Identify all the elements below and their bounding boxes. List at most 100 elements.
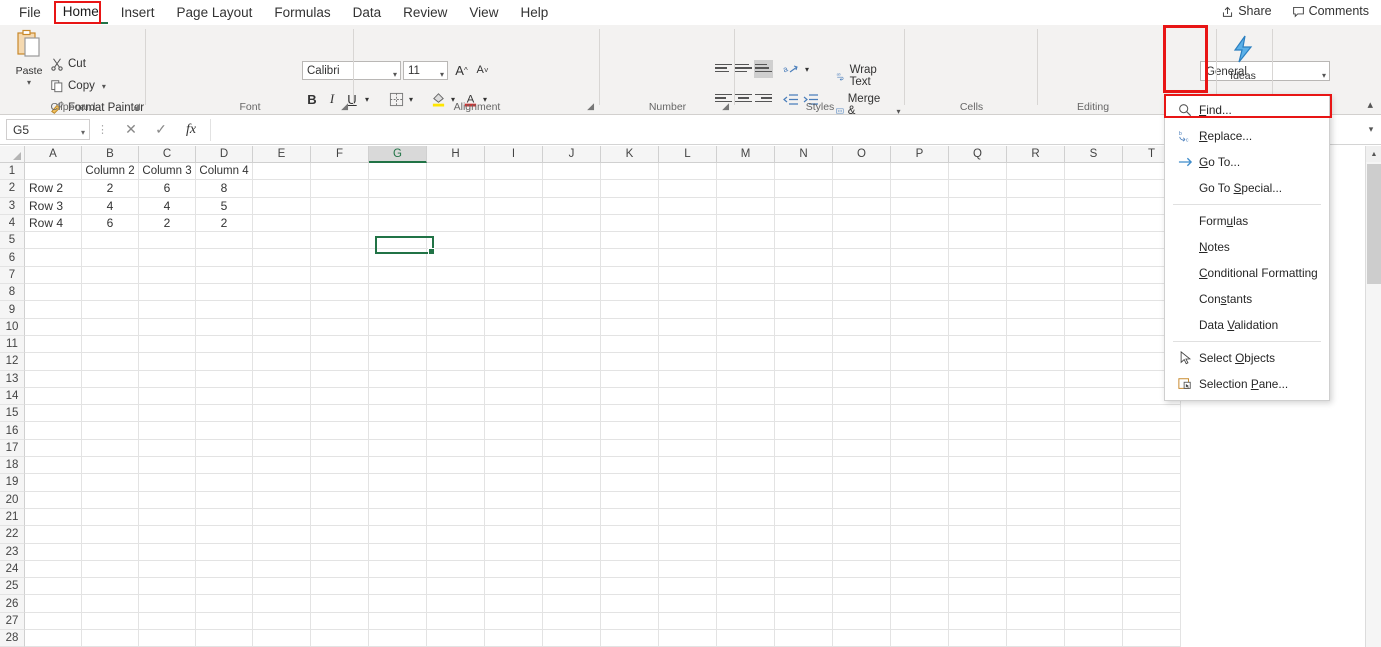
cell-R13[interactable]	[1007, 370, 1065, 388]
cell-K7[interactable]	[601, 266, 659, 285]
row-header-8[interactable]: 8	[0, 284, 25, 302]
cell-K20[interactable]	[601, 491, 659, 509]
cell-L25[interactable]	[659, 578, 717, 596]
cell-N14[interactable]	[775, 387, 833, 406]
cell-G12[interactable]	[369, 353, 427, 371]
cell-L1[interactable]	[659, 163, 717, 181]
cell-N3[interactable]	[775, 197, 833, 215]
cell-S15[interactable]	[1065, 405, 1123, 423]
cell-P19[interactable]	[891, 474, 949, 492]
cell-R19[interactable]	[1007, 474, 1065, 492]
row-header-6[interactable]: 6	[0, 249, 25, 267]
cell-E8[interactable]	[253, 284, 311, 302]
cell-B16[interactable]	[82, 422, 139, 440]
cell-S7[interactable]	[1065, 266, 1123, 285]
cell-J19[interactable]	[543, 474, 601, 492]
vertical-scrollbar[interactable]: ▲	[1365, 146, 1381, 647]
cell-K4[interactable]	[601, 214, 659, 233]
cell-A9[interactable]	[25, 301, 82, 319]
cell-S19[interactable]	[1065, 474, 1123, 492]
cell-T19[interactable]	[1123, 474, 1181, 492]
cell-area[interactable]: Column 2 Column 3 Column 4 Row 2 2 6 8 Row 3445…	[25, 163, 1181, 647]
row-header-22[interactable]: 22	[0, 526, 25, 544]
cell-R5[interactable]	[1007, 232, 1065, 250]
cell-D19[interactable]	[196, 474, 253, 492]
cell-R25[interactable]	[1007, 578, 1065, 596]
cell-A23[interactable]	[25, 543, 82, 561]
cell-P22[interactable]	[891, 526, 949, 544]
cell-A21[interactable]	[25, 508, 82, 527]
cell-E9[interactable]	[253, 301, 311, 319]
cell-K5[interactable]	[601, 232, 659, 250]
row-header-27[interactable]: 27	[0, 612, 25, 631]
cell-A28[interactable]	[25, 630, 82, 647]
column-header-P[interactable]: P	[891, 146, 949, 163]
cell-R23[interactable]	[1007, 543, 1065, 561]
cell-R9[interactable]	[1007, 301, 1065, 319]
cell-K16[interactable]	[601, 422, 659, 440]
number-format-chevron-icon[interactable]: ▾	[1322, 68, 1326, 84]
cell-I28[interactable]	[485, 630, 543, 647]
cell-A27[interactable]	[25, 612, 82, 631]
cell-S14[interactable]	[1065, 387, 1123, 406]
cell-J21[interactable]	[543, 508, 601, 527]
row-header-4[interactable]: 4	[0, 214, 25, 233]
cell-F13[interactable]	[311, 370, 369, 388]
row-header-21[interactable]: 21	[0, 508, 25, 527]
cell-L4[interactable]	[659, 214, 717, 233]
find-and-select-menu[interactable]: Find... b c Replace... Go To... Go To Special…	[1164, 94, 1330, 401]
cell-D24[interactable]	[196, 560, 253, 579]
cell-K24[interactable]	[601, 560, 659, 579]
menu-item-go-to-special[interactable]: Go To Special...	[1165, 175, 1329, 201]
cell-Q25[interactable]	[949, 578, 1007, 596]
cell-S25[interactable]	[1065, 578, 1123, 596]
cell-M1[interactable]	[717, 163, 775, 181]
cell-D9[interactable]	[196, 301, 253, 319]
cell-T22[interactable]	[1123, 526, 1181, 544]
cell-I10[interactable]	[485, 318, 543, 336]
cell-B4[interactable]: 6	[82, 214, 139, 233]
cell-N8[interactable]	[775, 284, 833, 302]
cell-K1[interactable]	[601, 163, 659, 181]
cell-P11[interactable]	[891, 335, 949, 354]
cell-F10[interactable]	[311, 318, 369, 336]
cell-L27[interactable]	[659, 612, 717, 631]
ribbon-tab-review[interactable]: Review	[394, 2, 456, 23]
cell-J23[interactable]	[543, 543, 601, 561]
font-dialog-launcher[interactable]: ◢	[341, 101, 348, 112]
cell-H1[interactable]	[427, 163, 485, 181]
row-header-26[interactable]: 26	[0, 595, 25, 613]
confirm-edit-button[interactable]: ✓	[146, 119, 176, 141]
cell-E19[interactable]	[253, 474, 311, 492]
menu-item-formulas[interactable]: Formulas	[1165, 208, 1329, 234]
cell-N11[interactable]	[775, 335, 833, 354]
cell-K11[interactable]	[601, 335, 659, 354]
cell-C27[interactable]	[139, 612, 196, 631]
cell-K9[interactable]	[601, 301, 659, 319]
cell-S3[interactable]	[1065, 197, 1123, 215]
cell-G13[interactable]	[369, 370, 427, 388]
cell-E3[interactable]	[253, 197, 311, 215]
cell-E15[interactable]	[253, 405, 311, 423]
cell-D28[interactable]	[196, 630, 253, 647]
cell-L10[interactable]	[659, 318, 717, 336]
cell-C15[interactable]	[139, 405, 196, 423]
cell-P9[interactable]	[891, 301, 949, 319]
cell-I1[interactable]	[485, 163, 543, 181]
cell-J28[interactable]	[543, 630, 601, 647]
cell-H27[interactable]	[427, 612, 485, 631]
cell-K3[interactable]	[601, 197, 659, 215]
cell-I6[interactable]	[485, 249, 543, 267]
cell-K8[interactable]	[601, 284, 659, 302]
cell-Q1[interactable]	[949, 163, 1007, 181]
cell-J12[interactable]	[543, 353, 601, 371]
cell-L5[interactable]	[659, 232, 717, 250]
column-header-A[interactable]: A	[25, 146, 82, 163]
cell-B13[interactable]	[82, 370, 139, 388]
cell-P14[interactable]	[891, 387, 949, 406]
cell-T21[interactable]	[1123, 508, 1181, 527]
cell-N25[interactable]	[775, 578, 833, 596]
cell-C1[interactable]: Column 3	[139, 163, 196, 181]
row-header-12[interactable]: 12	[0, 353, 25, 371]
cell-O8[interactable]	[833, 284, 891, 302]
